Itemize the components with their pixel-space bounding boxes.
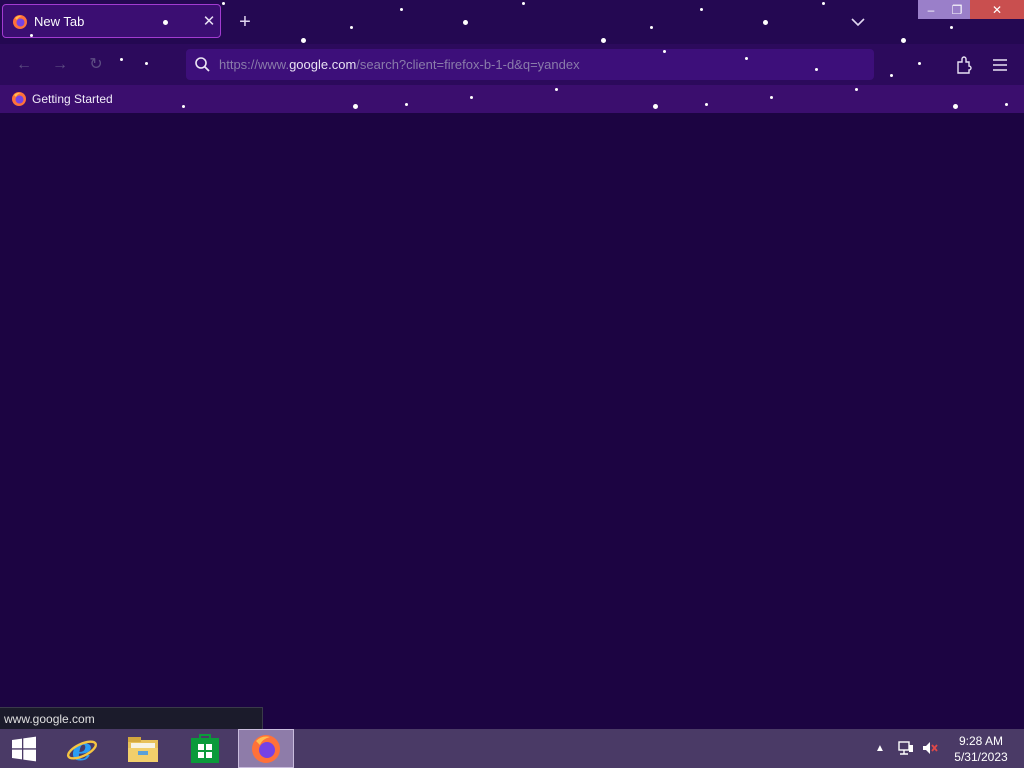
tab-title: New Tab xyxy=(34,14,85,29)
star-decoration xyxy=(522,2,525,5)
star-decoration xyxy=(653,104,658,109)
new-tab-button[interactable]: + xyxy=(234,11,256,33)
firefox-icon xyxy=(12,92,26,106)
star-decoration xyxy=(405,103,408,106)
star-decoration xyxy=(745,57,748,60)
star-decoration xyxy=(301,38,306,43)
star-decoration xyxy=(120,58,123,61)
show-hidden-icons-button[interactable]: ▲ xyxy=(875,743,885,754)
url-text[interactable]: https://www.google.com/search?client=fir… xyxy=(219,57,580,72)
system-clock[interactable]: 9:28 AM 5/31/2023 xyxy=(946,733,1016,765)
reload-button[interactable]: ↻ xyxy=(85,54,107,76)
star-decoration xyxy=(918,62,921,65)
star-decoration xyxy=(463,20,468,25)
star-decoration xyxy=(950,26,953,29)
taskbar-store[interactable] xyxy=(177,729,233,768)
forward-button[interactable]: → xyxy=(49,54,71,76)
volume-muted-icon[interactable] xyxy=(921,740,939,756)
hamburger-menu-icon[interactable] xyxy=(989,54,1011,76)
extensions-icon[interactable] xyxy=(953,54,975,76)
star-decoration xyxy=(815,68,818,71)
internet-explorer-icon: e xyxy=(66,733,98,765)
bookmark-getting-started[interactable]: Getting Started xyxy=(11,90,113,108)
star-decoration xyxy=(182,105,185,108)
star-decoration xyxy=(1005,103,1008,106)
url-domain: google.com xyxy=(289,57,357,72)
taskbar: e ▲ 9:28 AM 5/31/2023 xyxy=(0,729,1024,768)
search-icon xyxy=(195,57,210,72)
minimize-button[interactable]: – xyxy=(918,0,944,19)
star-decoration xyxy=(650,26,653,29)
star-decoration xyxy=(145,62,148,65)
star-decoration xyxy=(400,8,403,11)
page-content[interactable] xyxy=(0,113,1024,729)
bookmark-label: Getting Started xyxy=(32,92,113,106)
url-prefix: https://www. xyxy=(219,57,290,72)
network-icon[interactable] xyxy=(897,740,915,756)
file-explorer-icon xyxy=(128,736,158,762)
navigation-toolbar: ← → ↻ https://www.google.com/search?clie… xyxy=(0,44,1024,85)
star-decoration xyxy=(353,104,358,109)
star-decoration xyxy=(890,74,893,77)
star-decoration xyxy=(30,34,33,37)
clock-time: 9:28 AM xyxy=(958,734,1004,748)
star-decoration xyxy=(770,96,773,99)
status-link-text: www.google.com xyxy=(4,712,95,726)
star-decoration xyxy=(901,38,906,43)
star-decoration xyxy=(470,96,473,99)
url-suffix: /search?client=firefox-b-1-d&q=yandex xyxy=(356,57,580,72)
status-panel: www.google.com xyxy=(0,707,263,729)
star-decoration xyxy=(700,8,703,11)
taskbar-firefox[interactable] xyxy=(238,729,294,768)
window-controls: – ❐ ✕ xyxy=(918,0,1024,19)
taskbar-file-explorer[interactable] xyxy=(115,729,171,768)
store-icon xyxy=(191,733,219,763)
star-decoration xyxy=(663,50,666,53)
star-decoration xyxy=(350,26,353,29)
star-decoration xyxy=(222,2,225,5)
firefox-icon xyxy=(13,15,27,29)
star-decoration xyxy=(705,103,708,106)
star-decoration xyxy=(163,20,168,25)
back-button[interactable]: ← xyxy=(13,54,35,76)
star-decoration xyxy=(822,2,825,5)
url-bar[interactable]: https://www.google.com/search?client=fir… xyxy=(186,49,874,80)
tab-new-tab[interactable]: New Tab ✕ xyxy=(2,4,221,38)
taskbar-internet-explorer[interactable]: e xyxy=(54,729,110,768)
star-decoration xyxy=(555,88,558,91)
browser-titlebar: New Tab ✕ + – ❐ ✕ xyxy=(0,0,1024,44)
chevron-down-icon[interactable] xyxy=(846,11,870,33)
restore-button[interactable]: ❐ xyxy=(944,0,970,19)
star-decoration xyxy=(601,38,606,43)
star-decoration xyxy=(763,20,768,25)
star-decoration xyxy=(953,104,958,109)
clock-date: 5/31/2023 xyxy=(954,750,1008,764)
svg-text:e: e xyxy=(72,733,92,765)
bookmarks-toolbar: Getting Started xyxy=(0,85,1024,113)
star-decoration xyxy=(855,88,858,91)
windows-start-icon[interactable] xyxy=(10,736,38,762)
close-window-button[interactable]: ✕ xyxy=(970,0,1024,19)
firefox-icon xyxy=(252,734,280,763)
close-tab-icon[interactable]: ✕ xyxy=(200,13,218,31)
